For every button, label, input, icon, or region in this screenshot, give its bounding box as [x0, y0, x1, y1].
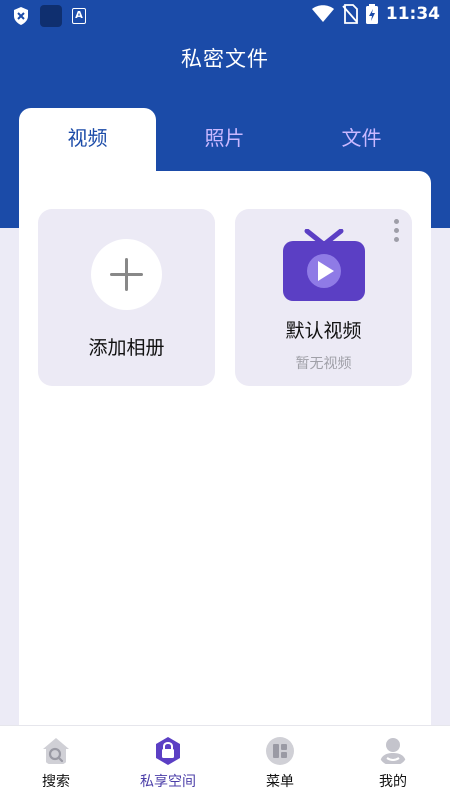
status-bar: A 11:34 — [0, 0, 450, 30]
no-sim-icon — [342, 4, 358, 24]
wifi-icon — [311, 5, 334, 22]
app-square-icon — [40, 5, 62, 27]
nav-private-space-label: 私享空间 — [140, 774, 196, 790]
album-empty-note: 暂无视频 — [295, 356, 352, 372]
shield-x-icon — [14, 7, 28, 25]
status-time: 11:34 — [385, 4, 440, 24]
bottom-nav: 搜索 私享空间 菜单 我的 — [0, 725, 450, 800]
tab-photos[interactable]: 照片 — [156, 108, 293, 172]
page-title: 私密文件 — [181, 47, 269, 71]
album-title: 默认视频 — [285, 320, 362, 342]
menu-grid-icon — [266, 737, 294, 765]
nav-private-space[interactable]: 私享空间 — [112, 726, 224, 800]
tab-videos[interactable]: 视频 — [19, 108, 156, 172]
plus-icon — [91, 239, 162, 310]
battery-charging-icon — [365, 4, 378, 24]
nav-profile[interactable]: 我的 — [337, 726, 449, 800]
nav-menu-label: 菜单 — [266, 774, 294, 790]
add-album-button[interactable]: 添加相册 — [38, 209, 215, 386]
tab-files[interactable]: 文件 — [293, 108, 430, 172]
add-album-label: 添加相册 — [88, 337, 165, 359]
user-icon — [380, 738, 406, 764]
search-house-icon — [43, 738, 69, 764]
nav-search-label: 搜索 — [42, 774, 70, 790]
nav-search[interactable]: 搜索 — [0, 726, 112, 800]
album-default-videos[interactable]: 默认视频 暂无视频 — [235, 209, 412, 386]
lock-icon — [156, 737, 180, 765]
nav-menu[interactable]: 菜单 — [224, 726, 336, 800]
content-card: 添加相册 默认视频 暂无视频 — [19, 171, 431, 731]
tab-bar: 视频 照片 文件 — [19, 108, 431, 172]
tv-play-icon — [283, 229, 365, 301]
more-options-icon[interactable] — [392, 219, 400, 247]
a-box-icon: A — [72, 8, 86, 24]
nav-profile-label: 我的 — [379, 774, 407, 790]
